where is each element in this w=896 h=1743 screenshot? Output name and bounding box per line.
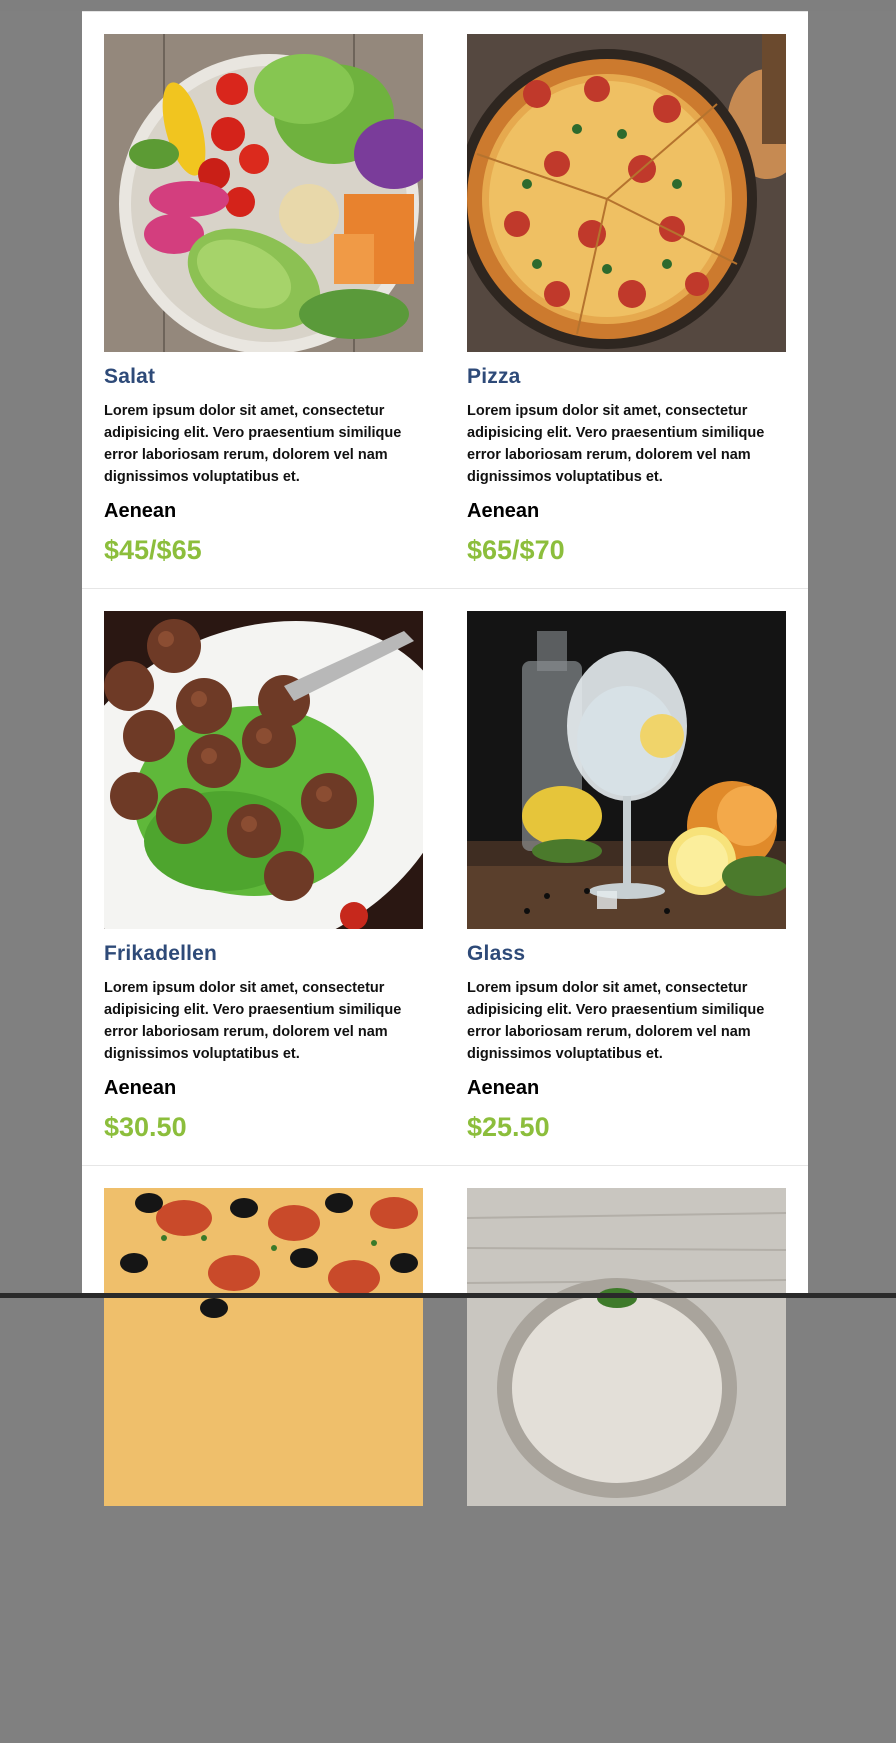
menu-page: Salat Lorem ipsum dolor sit amet, consec… bbox=[82, 11, 808, 1506]
item-price: $30.50 bbox=[104, 1112, 187, 1142]
item-title: Pizza bbox=[467, 365, 521, 388]
menu-item-card[interactable]: Glass Lorem ipsum dolor sit amet, consec… bbox=[467, 611, 786, 1142]
pepperoni-olive-pizza-photo bbox=[104, 1188, 423, 1506]
item-description: Lorem ipsum dolor sit amet, consectetur … bbox=[104, 980, 402, 1062]
item-subtitle: Aenean bbox=[467, 1077, 540, 1099]
menu-item-card[interactable] bbox=[467, 1188, 786, 1506]
menu-item-card[interactable]: Pizza Lorem ipsum dolor sit amet, consec… bbox=[467, 34, 786, 565]
menu-item-card[interactable]: Frikadellen Lorem ipsum dolor sit amet, … bbox=[104, 611, 423, 1142]
menu-row: Salat Lorem ipsum dolor sit amet, consec… bbox=[82, 12, 808, 589]
meatballs-photo bbox=[104, 611, 423, 929]
top-strip bbox=[0, 0, 896, 11]
menu-row: Frikadellen Lorem ipsum dolor sit amet, … bbox=[82, 589, 808, 1166]
item-subtitle: Aenean bbox=[467, 500, 540, 522]
item-title: Salat bbox=[104, 365, 156, 388]
gin-tonic-glass-photo bbox=[467, 611, 786, 929]
menu-item-card[interactable] bbox=[104, 1188, 423, 1506]
item-title: Glass bbox=[467, 942, 526, 965]
item-description: Lorem ipsum dolor sit amet, consectetur … bbox=[467, 403, 765, 485]
bowl-on-wood-photo bbox=[467, 1188, 786, 1506]
item-description: Lorem ipsum dolor sit amet, consectetur … bbox=[104, 403, 402, 485]
item-subtitle: Aenean bbox=[104, 500, 177, 522]
item-price: $65/$70 bbox=[467, 535, 565, 565]
item-price: $25.50 bbox=[467, 1112, 550, 1142]
pizza-photo bbox=[467, 34, 786, 352]
item-title: Frikadellen bbox=[104, 942, 218, 965]
bottom-edge bbox=[0, 1293, 896, 1298]
item-price: $45/$65 bbox=[104, 535, 202, 565]
salad-bowl-photo bbox=[104, 34, 423, 352]
item-description: Lorem ipsum dolor sit amet, consectetur … bbox=[467, 980, 765, 1062]
item-subtitle: Aenean bbox=[104, 1077, 177, 1099]
menu-row bbox=[82, 1166, 808, 1743]
menu-item-card[interactable]: Salat Lorem ipsum dolor sit amet, consec… bbox=[104, 34, 423, 565]
